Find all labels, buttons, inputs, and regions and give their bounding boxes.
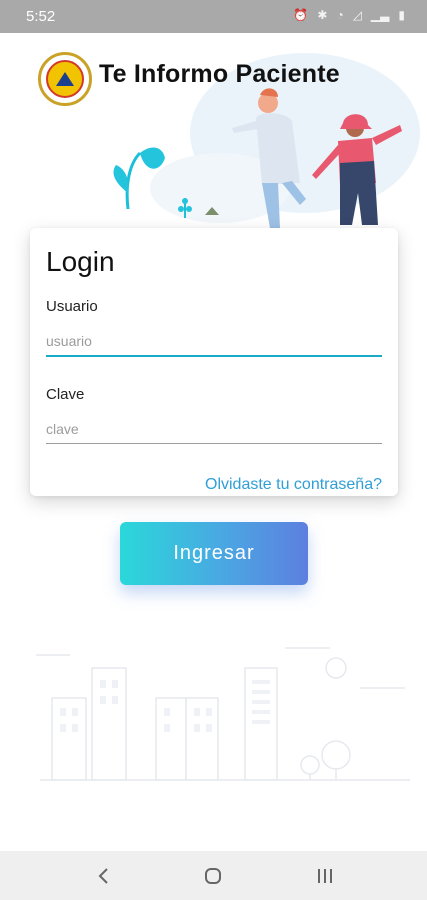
username-label: Usuario — [46, 298, 98, 315]
login-title: Login — [46, 246, 115, 277]
login-button[interactable]: Ingresar — [120, 522, 308, 585]
password-label: Clave — [46, 386, 85, 403]
bluetooth-icon: ✱ — [317, 8, 328, 22]
back-icon[interactable] — [88, 863, 118, 889]
home-icon[interactable] — [198, 863, 228, 889]
wifi-icon: ◔ — [336, 8, 344, 22]
regional-health-seal-icon — [38, 52, 92, 106]
alarm-icon: ⏰ — [293, 8, 309, 22]
city-skyline-illustration — [36, 647, 410, 781]
forgot-password-link[interactable]: Olvidaste tu contraseña? — [205, 476, 382, 494]
status-icons: ⏰ ✱ ◔ ◿ ▁▃ ▮ — [293, 7, 405, 23]
signal-icon: ◿ — [352, 8, 362, 22]
login-card: Login Usuario Clave Olvidaste tu contras… — [30, 228, 398, 496]
recents-icon[interactable] — [310, 863, 340, 889]
status-time: 5:52 — [26, 8, 56, 25]
battery-icon: ▮ — [398, 8, 405, 22]
password-input[interactable] — [46, 414, 382, 444]
status-bar: 5:52 ⏰ ✱ ◔ ◿ ▁▃ ▮ — [0, 0, 427, 33]
navigation-bar — [0, 851, 427, 900]
app-title: Te Informo Paciente — [99, 60, 340, 88]
username-input[interactable] — [46, 327, 382, 357]
signal-bars-icon: ▁▃ — [370, 8, 390, 22]
